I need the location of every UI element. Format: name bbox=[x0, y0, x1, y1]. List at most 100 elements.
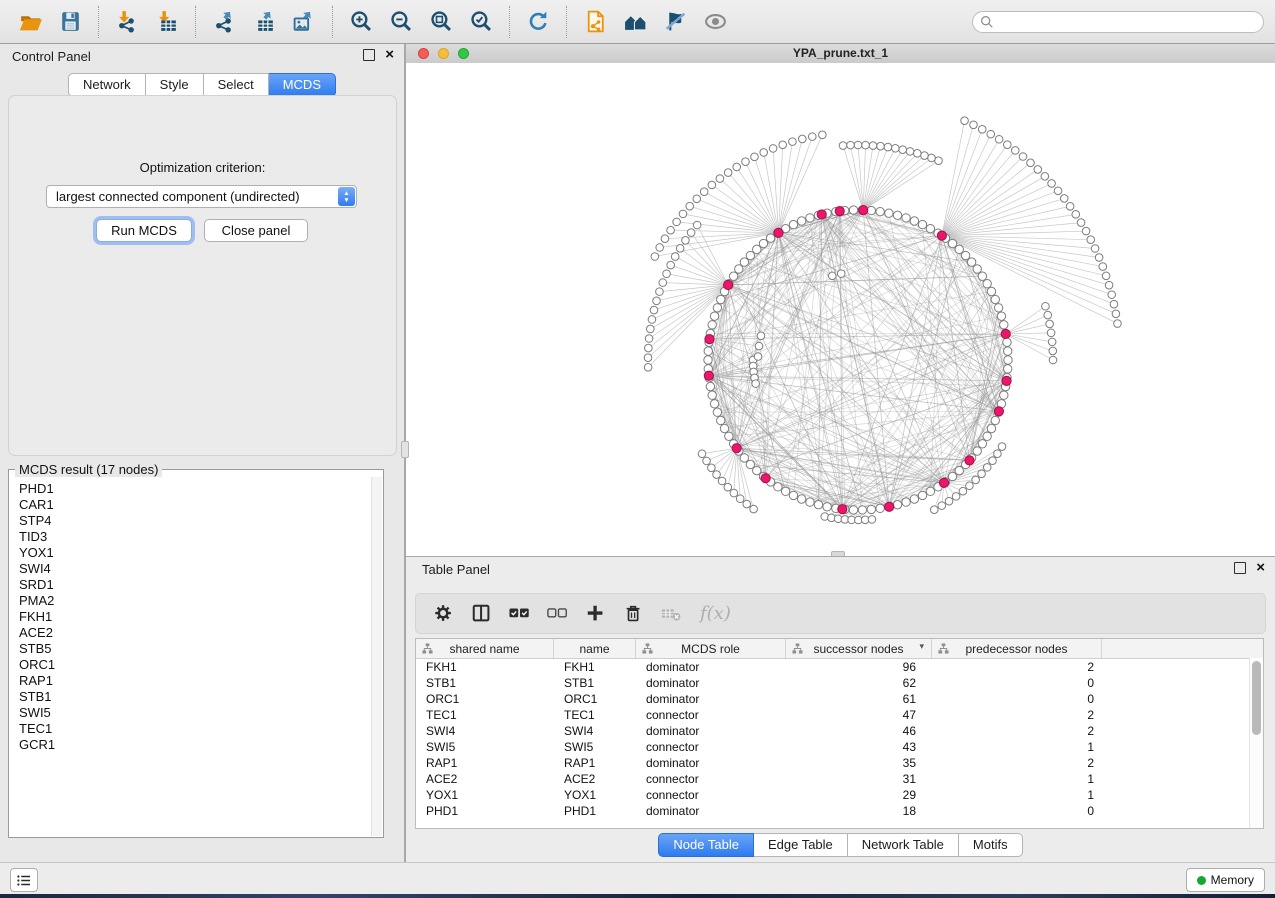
table-scrollbar-thumb[interactable] bbox=[1252, 661, 1261, 735]
close-table-panel-icon[interactable]: × bbox=[1256, 562, 1265, 574]
save-session-icon[interactable] bbox=[57, 9, 83, 35]
mcds-result-item[interactable]: CAR1 bbox=[19, 497, 372, 513]
table-cell-mcds-role: connector bbox=[636, 788, 786, 802]
column-header-predecessor-nodes[interactable]: predecessor nodes bbox=[932, 639, 1102, 658]
sort-descending-icon: ▾ bbox=[919, 641, 924, 652]
table-row[interactable]: PHD1PHD1dominator180 bbox=[416, 803, 1263, 819]
tab-network-table[interactable]: Network Table bbox=[848, 833, 959, 857]
float-table-panel-icon[interactable] bbox=[1234, 562, 1246, 574]
table-toolbar: f(x) bbox=[415, 593, 1266, 634]
table-tabs: Node Table Edge Table Network Table Moti… bbox=[406, 833, 1275, 857]
mcds-result-item[interactable]: FKH1 bbox=[19, 609, 372, 625]
mcds-result-item[interactable]: SWI5 bbox=[19, 705, 372, 721]
desktop-wallpaper bbox=[0, 894, 1275, 898]
network-canvas[interactable] bbox=[406, 63, 1275, 556]
mcds-panel: Optimization criterion: largest connecte… bbox=[8, 95, 397, 456]
table-row[interactable]: ORC1ORC1dominator610 bbox=[416, 691, 1263, 707]
refresh-view-icon[interactable] bbox=[525, 9, 551, 35]
table-cell-name: SWI5 bbox=[554, 740, 636, 754]
table-row[interactable]: TEC1TEC1connector472 bbox=[416, 707, 1263, 723]
add-column-icon[interactable] bbox=[584, 602, 608, 626]
table-cell-shared-name: ORC1 bbox=[416, 692, 554, 706]
table-row[interactable]: FKH1FKH1dominator962 bbox=[416, 659, 1263, 675]
table-row[interactable]: STB1STB1dominator620 bbox=[416, 675, 1263, 691]
search-input[interactable] bbox=[994, 13, 1263, 31]
hide-selected-icon[interactable] bbox=[662, 9, 688, 35]
search-box[interactable] bbox=[972, 11, 1264, 33]
tab-edge-table[interactable]: Edge Table bbox=[754, 833, 848, 857]
zoom-in-icon[interactable] bbox=[348, 9, 374, 35]
column-header-filler bbox=[1102, 639, 1252, 658]
tab-mcds[interactable]: MCDS bbox=[269, 73, 336, 97]
table-row[interactable]: SWI4SWI4dominator462 bbox=[416, 723, 1263, 739]
mcds-result-item[interactable]: STB1 bbox=[19, 689, 372, 705]
mcds-result-item[interactable]: SWI4 bbox=[19, 561, 372, 577]
table-row[interactable]: SWI5SWI5connector431 bbox=[416, 739, 1263, 755]
column-header-mcds-role[interactable]: MCDS role bbox=[636, 639, 786, 658]
vertical-splitter-handle[interactable] bbox=[401, 441, 409, 458]
select-stepper-icon: ▲▼ bbox=[338, 187, 355, 206]
table-cell-successor-nodes: 29 bbox=[786, 788, 932, 802]
mcds-result-item[interactable]: RAP1 bbox=[19, 673, 372, 689]
import-network-icon[interactable] bbox=[114, 9, 140, 35]
network-graph bbox=[406, 63, 1275, 556]
table-cell-predecessor-nodes: 1 bbox=[932, 740, 1102, 754]
criterion-select[interactable]: largest connected component (undirected)… bbox=[46, 185, 357, 208]
zoom-selected-icon[interactable] bbox=[468, 9, 494, 35]
delete-table-icon bbox=[660, 602, 684, 626]
table-cell-shared-name: ACE2 bbox=[416, 772, 554, 786]
mcds-result-item[interactable]: PHD1 bbox=[19, 481, 372, 497]
mcds-result-item[interactable]: STP4 bbox=[19, 513, 372, 529]
export-table-icon[interactable] bbox=[251, 9, 277, 35]
column-header-successor-nodes[interactable]: successor nodes▾ bbox=[786, 639, 932, 658]
mcds-list-scrollbar[interactable] bbox=[371, 477, 382, 836]
table-cell-name: FKH1 bbox=[554, 660, 636, 674]
export-network-icon[interactable] bbox=[211, 9, 237, 35]
delete-column-icon[interactable] bbox=[622, 602, 646, 626]
tab-select[interactable]: Select bbox=[204, 73, 269, 97]
tab-motifs[interactable]: Motifs bbox=[959, 833, 1023, 857]
houses-icon[interactable] bbox=[622, 9, 648, 35]
mcds-result-item[interactable]: STB5 bbox=[19, 641, 372, 657]
column-header-shared-name[interactable]: shared name bbox=[416, 639, 554, 658]
mcds-result-item[interactable]: ORC1 bbox=[19, 657, 372, 673]
tab-network[interactable]: Network bbox=[68, 73, 146, 97]
table-settings-icon[interactable] bbox=[432, 602, 456, 626]
close-panel-icon[interactable]: × bbox=[385, 49, 394, 61]
table-cell-shared-name: RAP1 bbox=[416, 756, 554, 770]
select-all-columns-icon[interactable] bbox=[508, 602, 532, 626]
table-cell-mcds-role: dominator bbox=[636, 724, 786, 738]
mcds-result-item[interactable]: YOX1 bbox=[19, 545, 372, 561]
import-table-icon[interactable] bbox=[154, 9, 180, 35]
table-cell-mcds-role: dominator bbox=[636, 756, 786, 770]
mcds-result-item[interactable]: TEC1 bbox=[19, 721, 372, 737]
main-toolbar bbox=[0, 0, 1275, 44]
table-row[interactable]: YOX1YOX1connector291 bbox=[416, 787, 1263, 803]
run-mcds-button[interactable]: Run MCDS bbox=[96, 219, 192, 242]
task-history-button[interactable] bbox=[10, 868, 38, 892]
memory-button[interactable]: Memory bbox=[1186, 868, 1265, 892]
zoom-fit-icon[interactable] bbox=[428, 9, 454, 35]
table-scrollbar[interactable] bbox=[1249, 658, 1263, 828]
mcds-result-item[interactable]: SRD1 bbox=[19, 577, 372, 593]
float-panel-icon[interactable] bbox=[363, 49, 375, 61]
zoom-out-icon[interactable] bbox=[388, 9, 414, 35]
mcds-result-item[interactable]: GCR1 bbox=[19, 737, 372, 753]
deselect-all-columns-icon[interactable] bbox=[546, 602, 570, 626]
network-file-icon[interactable] bbox=[582, 9, 608, 35]
mcds-result-item[interactable]: PMA2 bbox=[19, 593, 372, 609]
control-panel: Control Panel × Network Style Select MCD… bbox=[0, 44, 405, 862]
open-file-icon[interactable] bbox=[17, 9, 43, 35]
tab-style[interactable]: Style bbox=[146, 73, 204, 97]
column-header-name[interactable]: name bbox=[554, 639, 636, 658]
close-panel-button[interactable]: Close panel bbox=[204, 219, 308, 242]
mcds-result-item[interactable]: ACE2 bbox=[19, 625, 372, 641]
mcds-result-item[interactable]: TID3 bbox=[19, 529, 372, 545]
show-columns-icon[interactable] bbox=[470, 602, 494, 626]
table-row[interactable]: RAP1RAP1dominator352 bbox=[416, 755, 1263, 771]
export-image-icon[interactable] bbox=[291, 9, 317, 35]
table-cell-name: TEC1 bbox=[554, 708, 636, 722]
table-row[interactable]: ACE2ACE2connector311 bbox=[416, 771, 1263, 787]
show-hidden-eye-icon[interactable] bbox=[702, 9, 728, 35]
tab-node-table[interactable]: Node Table bbox=[658, 833, 754, 857]
